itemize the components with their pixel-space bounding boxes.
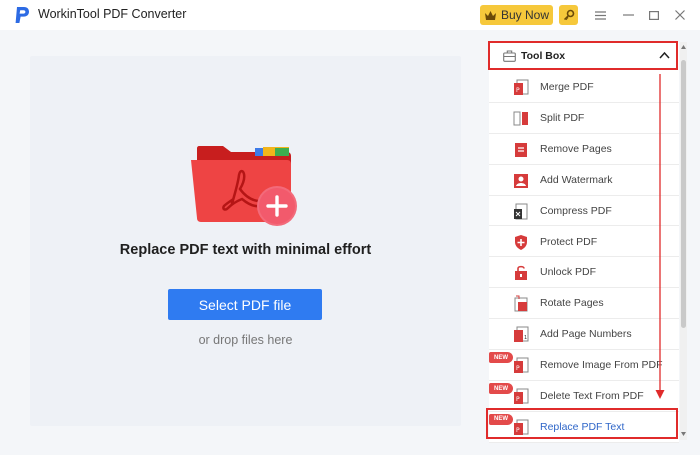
tool-item-remove-pages[interactable]: Remove Pages	[489, 133, 679, 165]
unlock-icon	[515, 266, 527, 281]
tool-item-unlock-pdf[interactable]: Unlock PDF	[489, 257, 679, 289]
svg-text:P: P	[516, 427, 520, 434]
tool-item-label: Unlock PDF	[540, 266, 597, 279]
menu-button[interactable]	[591, 6, 609, 24]
scroll-down-arrow-icon[interactable]	[680, 430, 687, 438]
new-badge: NEW	[489, 383, 513, 394]
toolbox-header[interactable]: Tool Box	[489, 42, 679, 70]
tool-item-label: Split PDF	[540, 111, 585, 124]
select-pdf-button[interactable]: Select PDF file	[168, 289, 322, 320]
tool-item-protect-pdf[interactable]: Protect PDF	[489, 226, 679, 258]
scrollbar-thumb[interactable]	[681, 60, 686, 328]
tool-item-rotate-pages[interactable]: Rotate Pages	[489, 288, 679, 320]
remove-image-icon: P	[514, 357, 529, 374]
svg-text:1: 1	[524, 335, 527, 341]
buy-now-label: Buy Now	[500, 8, 550, 22]
svg-text:P: P	[516, 396, 520, 403]
tool-item-label: Add Watermark	[540, 173, 613, 186]
svg-text:P: P	[516, 365, 520, 372]
activation-key-button[interactable]	[559, 5, 578, 25]
key-icon	[563, 9, 574, 21]
minimize-icon	[622, 14, 634, 16]
tool-item-merge-pdf[interactable]: P Merge PDF	[489, 72, 679, 103]
tool-item-label: Compress PDF	[540, 204, 612, 217]
maximize-icon	[649, 10, 659, 20]
title-bar: WorkinTool PDF Converter Buy Now	[0, 0, 700, 30]
tool-item-label: Merge PDF	[540, 81, 594, 93]
remove-pages-icon	[515, 142, 527, 157]
tool-item-label: Protect PDF	[540, 235, 598, 248]
shield-icon	[515, 234, 527, 250]
close-button[interactable]	[671, 6, 689, 24]
tool-item-label: Replace PDF Text	[540, 420, 625, 433]
delete-text-icon: P	[514, 388, 529, 404]
tool-item-label: Delete Text From PDF	[540, 390, 644, 402]
headline: Replace PDF text with minimal effort	[119, 242, 372, 258]
tool-item-split-pdf[interactable]: Split PDF	[489, 102, 679, 134]
tool-item-add-watermark[interactable]: Add Watermark	[489, 164, 679, 196]
hamburger-menu-icon	[594, 10, 606, 20]
minimize-button[interactable]	[619, 6, 637, 24]
toolbox-title: Tool Box	[521, 50, 566, 62]
pdf-folder-icon	[191, 146, 297, 226]
close-icon	[675, 10, 685, 20]
page-numbers-icon: 1	[514, 326, 529, 343]
chevron-up-icon	[659, 51, 670, 59]
app-logo-icon	[15, 7, 29, 23]
tool-item-remove-image-from-pdf[interactable]: NEW P Remove Image From PDF	[489, 350, 679, 381]
new-badge: NEW	[489, 352, 513, 364]
tool-item-label: Remove Pages	[540, 142, 612, 155]
tool-item-label: Rotate Pages	[540, 297, 604, 310]
drop-hint: or drop files here	[198, 333, 293, 347]
svg-text:P: P	[516, 87, 520, 94]
new-badge: NEW	[489, 413, 513, 425]
split-pdf-icon	[513, 111, 528, 126]
app-title: WorkinTool PDF Converter	[38, 7, 187, 21]
replace-text-icon: P	[514, 419, 529, 435]
scroll-up-arrow-icon[interactable]	[680, 43, 687, 51]
buy-now-button[interactable]: Buy Now	[480, 5, 553, 25]
watermark-icon	[514, 173, 528, 188]
tool-item-label: Remove Image From PDF	[540, 359, 663, 372]
tool-item-add-page-numbers[interactable]: 1 Add Page Numbers	[489, 319, 679, 351]
tool-item-replace-pdf-text[interactable]: NEW P Replace PDF Text	[489, 411, 679, 443]
rotate-icon	[514, 295, 528, 312]
merge-pdf-icon: P	[514, 79, 529, 95]
drop-zone[interactable]	[30, 56, 461, 426]
crown-icon	[484, 10, 496, 20]
tool-item-label: Add Page Numbers	[540, 328, 632, 341]
toolbox-icon	[503, 50, 516, 62]
maximize-button[interactable]	[645, 6, 663, 24]
tool-item-compress-pdf[interactable]: Compress PDF	[489, 195, 679, 227]
app-window: WorkinTool PDF Converter Buy Now Replace…	[0, 0, 700, 455]
compress-pdf-icon	[514, 203, 528, 220]
tool-item-delete-text-from-pdf[interactable]: NEW P Delete Text From PDF	[489, 381, 679, 412]
